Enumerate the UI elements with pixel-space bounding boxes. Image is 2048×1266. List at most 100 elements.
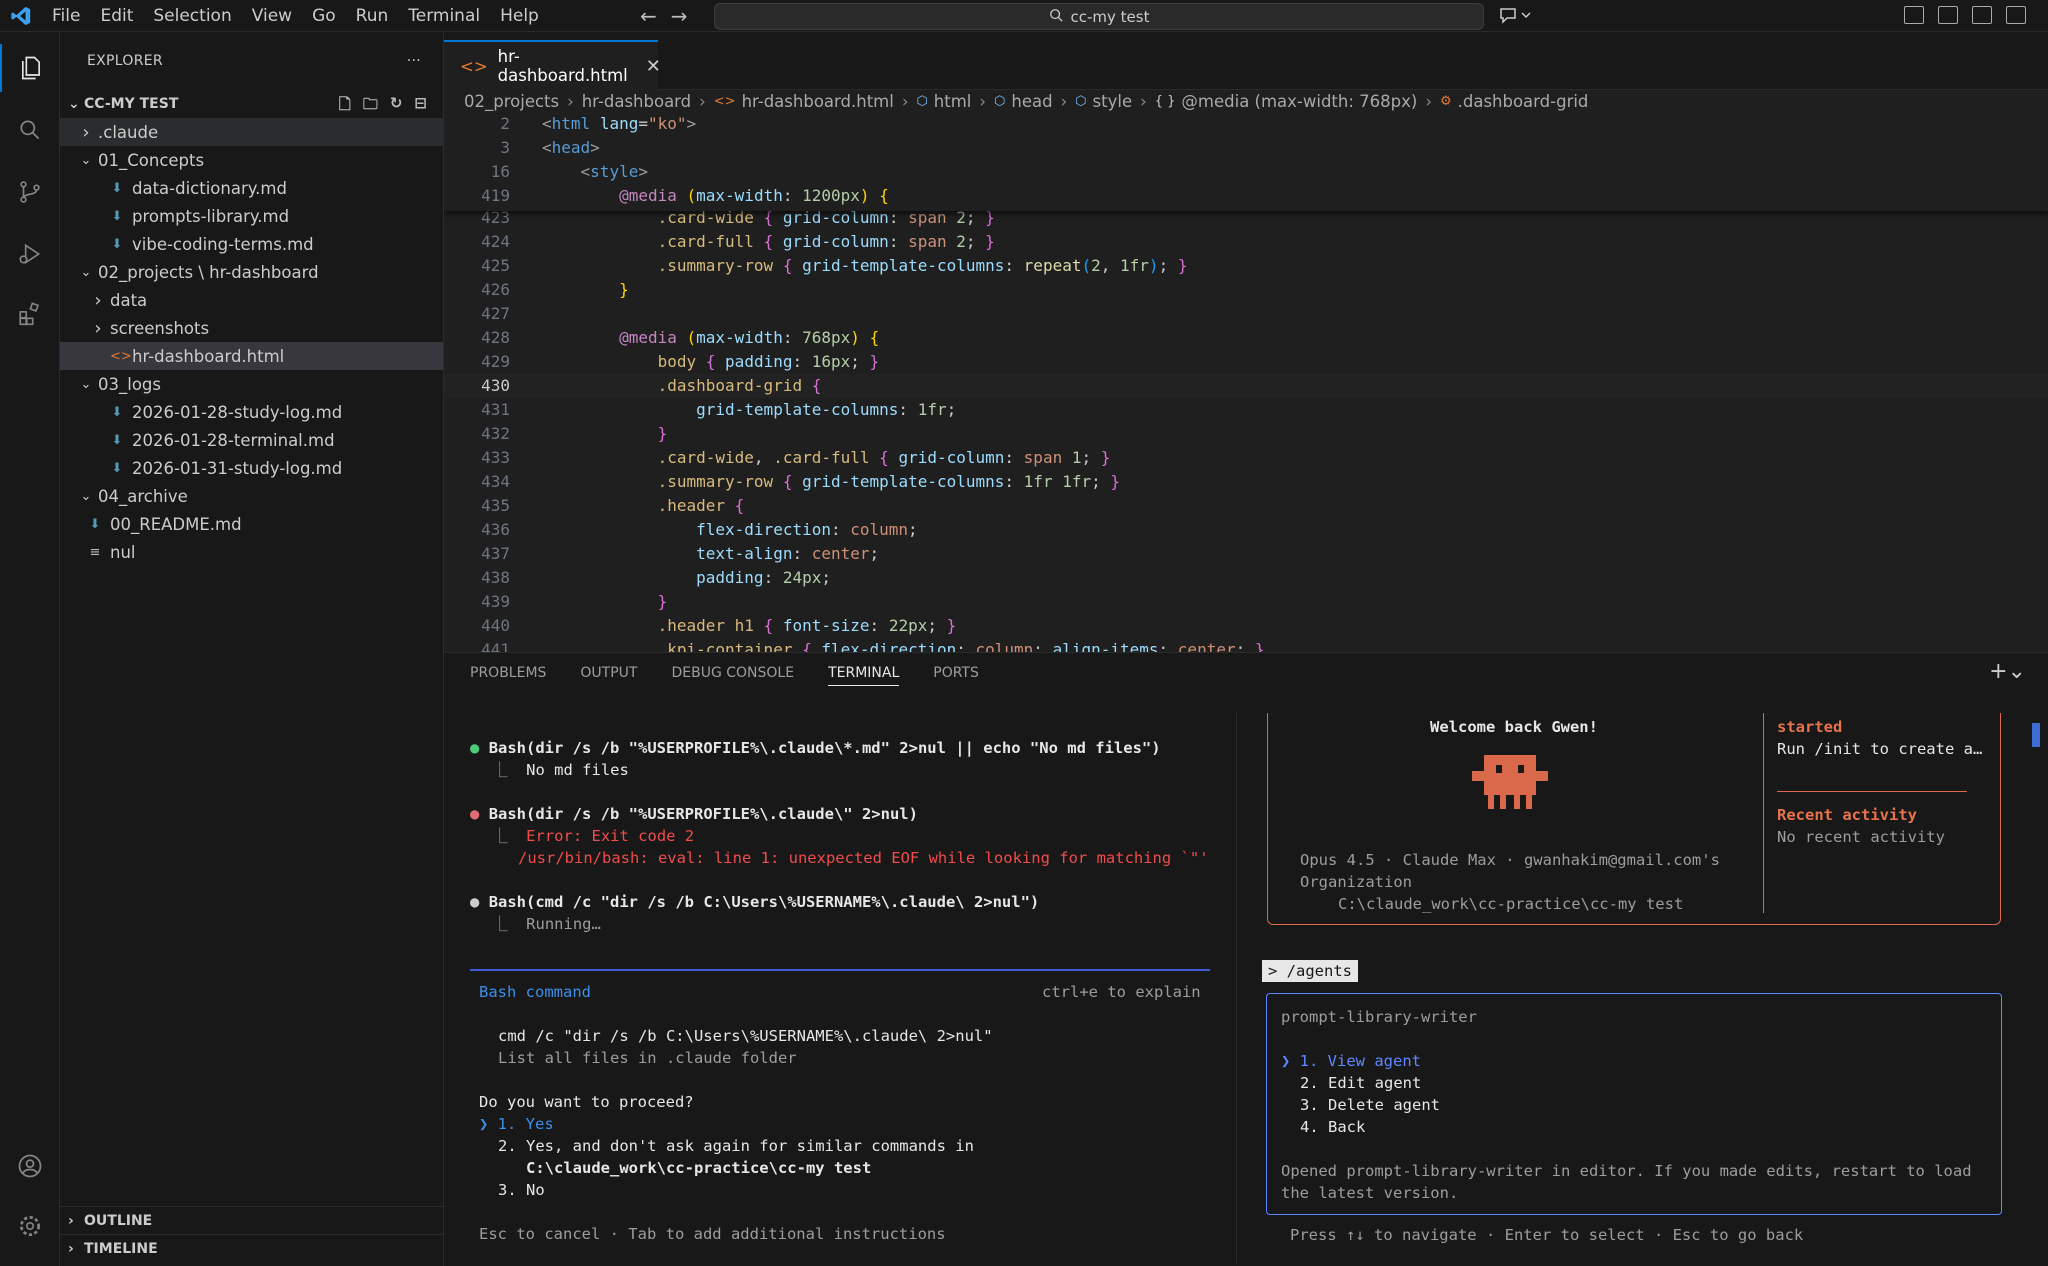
menu-terminal[interactable]: Terminal <box>398 0 490 32</box>
menu-run[interactable]: Run <box>346 0 399 32</box>
refresh-icon[interactable]: ↻ <box>390 94 403 119</box>
close-icon[interactable]: ✕ <box>646 56 661 77</box>
back-arrow-icon[interactable]: ← <box>640 4 657 28</box>
tab-ports[interactable]: PORTS <box>933 665 979 681</box>
tree-file[interactable]: ⬇ 2026-01-28-terminal.md <box>60 426 443 454</box>
explain-hint: ctrl+e to explain <box>1042 983 1201 1001</box>
tree-file[interactable]: ≡ nul <box>60 538 443 566</box>
toggle-sidebar-icon[interactable] <box>1938 6 1958 24</box>
tree-file[interactable]: ⬇ prompts-library.md <box>60 202 443 230</box>
option-delete-agent[interactable]: 3. Delete agent <box>1300 1094 1440 1116</box>
vscode-logo-icon <box>0 0 42 32</box>
agent-note-1: Opened prompt-library-writer in editor. … <box>1281 1162 1972 1180</box>
collapse-all-icon[interactable]: ⊟ <box>414 94 427 119</box>
chevron-right-icon: › <box>94 317 102 339</box>
tree-folder[interactable]: ⌄ 03_logs <box>60 370 443 398</box>
menu-selection[interactable]: Selection <box>143 0 241 32</box>
breadcrumb-item[interactable]: style <box>1093 92 1133 111</box>
tree-file[interactable]: <> hr-dashboard.html <box>60 342 443 370</box>
extensions-icon[interactable] <box>0 290 60 338</box>
tree-item-label: 03_logs <box>98 374 161 394</box>
tree-folder[interactable]: › .claude <box>60 118 443 146</box>
running-line: ⎿ Running… <box>492 915 601 933</box>
tree-folder[interactable]: ⌄ 04_archive <box>60 482 443 510</box>
breadcrumb-item[interactable]: head <box>1011 92 1052 111</box>
menu-edit[interactable]: Edit <box>90 0 143 32</box>
forward-arrow-icon[interactable]: → <box>671 4 688 28</box>
menu-bar: File Edit Selection View Go Run Terminal… <box>42 0 549 32</box>
run-debug-icon[interactable] <box>0 230 60 278</box>
tab-terminal[interactable]: TERMINAL <box>828 660 900 686</box>
explorer-title-label: EXPLORER <box>87 53 163 69</box>
tree-item-label: data <box>110 290 148 310</box>
tree-file[interactable]: ⬇ vibe-coding-terms.md <box>60 230 443 258</box>
tab-output[interactable]: OUTPUT <box>580 665 637 681</box>
more-actions-icon[interactable]: ··· <box>407 53 421 69</box>
customize-layout-icon[interactable] <box>1904 6 1924 24</box>
search-icon[interactable] <box>0 106 60 154</box>
new-terminal-icon[interactable]: +⌄ <box>1989 659 2026 684</box>
explorer-title: EXPLORER ··· <box>60 32 443 90</box>
explorer-icon[interactable] <box>0 44 60 92</box>
tree-item-label: screenshots <box>110 318 210 338</box>
tree-file[interactable]: ⬇ 2026-01-28-study-log.md <box>60 398 443 426</box>
title-bar: File Edit Selection View Go Run Terminal… <box>0 0 2048 32</box>
tree-item-label: nul <box>110 542 136 562</box>
terminal-scrollbar[interactable] <box>2032 723 2040 747</box>
tree-file[interactable]: ⬇ 00_README.md <box>60 510 443 538</box>
option-edit-agent[interactable]: 2. Edit agent <box>1300 1072 1421 1094</box>
activity-bar <box>0 32 60 1266</box>
command-center-search[interactable]: cc-my test <box>714 3 1484 30</box>
tree-folder[interactable]: ⌄ 02_projects \ hr-dashboard <box>60 258 443 286</box>
menu-go[interactable]: Go <box>302 0 346 32</box>
md-file-icon: ⬇ <box>111 180 123 196</box>
copilot-chat-icon[interactable] <box>1498 6 1532 28</box>
code-view[interactable]: 2 <html lang="ko"> 3 <head> 16 <style> 419… <box>444 112 2048 652</box>
menu-help[interactable]: Help <box>490 0 549 32</box>
tab-problems[interactable]: PROBLEMS <box>470 665 546 681</box>
tab-debug-console[interactable]: DEBUG CONSOLE <box>671 665 794 681</box>
tree-item-label: 01_Concepts <box>98 150 205 170</box>
breadcrumb-item[interactable]: 02_projects <box>464 92 559 111</box>
chevron-right-icon: › <box>94 289 102 311</box>
html-file-icon: <> <box>460 56 488 76</box>
option-back[interactable]: 4. Back <box>1300 1116 1365 1138</box>
workspace-root[interactable]: ⌄ CC-MY TEST 🗋 🗀 ↻ ⊟ <box>60 90 443 118</box>
breadcrumb-item[interactable]: hr-dashboard.html <box>742 92 894 111</box>
source-control-icon[interactable] <box>0 168 60 216</box>
accounts-icon[interactable] <box>0 1142 60 1190</box>
md-file-icon: ⬇ <box>111 208 123 224</box>
tree-folder[interactable]: › data <box>60 286 443 314</box>
tree-folder[interactable]: › screenshots <box>60 314 443 342</box>
tree-item-label: 2026-01-31-study-log.md <box>132 458 343 478</box>
breadcrumb-separator-icon: › <box>979 91 986 111</box>
option-no[interactable]: 3. No <box>498 1179 545 1201</box>
md-file-icon: ⬇ <box>89 516 101 532</box>
new-folder-icon[interactable]: 🗀 <box>363 94 378 119</box>
option-view-agent[interactable]: ❯ 1. View agent <box>1281 1050 1421 1072</box>
breadcrumb-separator-icon: › <box>567 91 574 111</box>
tree-file[interactable]: ⬇ 2026-01-31-study-log.md <box>60 454 443 482</box>
breadcrumb-item[interactable]: html <box>934 92 972 111</box>
tree-folder[interactable]: ⌄ 01_Concepts <box>60 146 443 174</box>
search-label: cc-my test <box>1070 7 1150 26</box>
outline-section[interactable]: › OUTLINE <box>60 1206 444 1234</box>
toggle-secondary-sidebar-icon[interactable] <box>2006 6 2026 24</box>
explorer-actions: 🗋 🗀 ↻ ⊟ <box>339 94 427 119</box>
tree-item-label: hr-dashboard.html <box>132 346 285 366</box>
breadcrumb-item[interactable]: @media (max-width: 768px) <box>1181 92 1417 111</box>
option-yes[interactable]: ❯ 1. Yes <box>479 1113 554 1135</box>
breadcrumb-item[interactable]: .dashboard-grid <box>1458 92 1589 111</box>
new-file-icon[interactable]: 🗋 <box>339 94 351 119</box>
toggle-panel-icon[interactable] <box>1972 6 1992 24</box>
timeline-section[interactable]: › TIMELINE <box>60 1234 444 1262</box>
breadcrumb-item[interactable]: hr-dashboard <box>582 92 691 111</box>
menu-file[interactable]: File <box>42 0 90 32</box>
option-yes-always[interactable]: 2. Yes, and don't ask again for similar … <box>498 1135 974 1157</box>
tab-hr-dashboard[interactable]: <> hr-dashboard.html ✕ <box>444 40 661 90</box>
terminal-split-divider[interactable] <box>1236 713 1237 1263</box>
chevron-down-icon: ⌄ <box>80 488 92 504</box>
settings-gear-icon[interactable] <box>0 1202 60 1250</box>
menu-view[interactable]: View <box>242 0 302 32</box>
tree-file[interactable]: ⬇ data-dictionary.md <box>60 174 443 202</box>
